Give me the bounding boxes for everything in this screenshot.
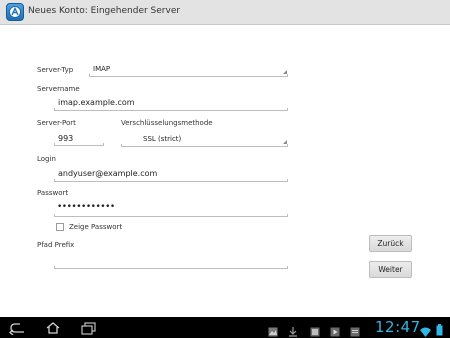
login-label: Login [37,155,56,163]
encryption-underline [121,144,288,147]
media-notification-icon[interactable] [310,322,320,338]
encryption-label: Verschlüsselungsmethode [121,119,213,127]
back-icon[interactable] [8,320,26,338]
clock[interactable]: 12:47 [375,318,421,336]
server-name-label: Servername [37,85,80,93]
show-password-checkbox[interactable] [56,223,64,231]
server-type-underline [89,74,288,77]
encryption-spinner[interactable]: SSL (strict) [143,135,181,143]
server-type-dropdown-icon[interactable] [283,70,287,74]
password-label: Passwort [37,189,69,197]
encryption-dropdown-icon[interactable] [283,140,287,144]
server-port-field[interactable]: 993 [58,134,73,143]
login-underline [54,179,288,182]
app-logo-icon [6,3,24,21]
app-notification-icon[interactable] [350,322,360,338]
next-button[interactable]: Weiter [369,261,412,278]
server-name-field[interactable]: imap.example.com [58,98,135,107]
recent-apps-icon[interactable] [80,320,98,338]
login-field[interactable]: andyuser@example.com [58,169,157,178]
download-notification-icon[interactable] [288,322,298,338]
play-notification-icon[interactable] [330,322,340,338]
server-type-label: Server-Typ [37,66,74,74]
system-navigation-bar: 12:47 [0,317,450,338]
gallery-notification-icon[interactable] [268,322,278,338]
server-type-spinner[interactable]: IMAP [93,65,110,73]
back-button[interactable]: Zurück [369,235,412,252]
wifi-icon[interactable] [420,322,431,338]
window-title: Neues Konto: Eingehender Server [28,6,181,16]
path-prefix-label: Pfad Prefix [37,241,75,249]
server-name-underline [54,108,288,111]
path-prefix-underline [54,266,288,269]
show-password-label: Zeige Passwort [69,223,123,231]
server-port-label: Server-Port [37,119,76,127]
battery-icon[interactable] [436,321,443,338]
home-icon[interactable] [44,320,62,338]
password-underline [54,214,288,217]
password-field[interactable]: •••••••••••• [57,202,115,212]
server-port-underline [54,143,104,146]
title-bar: Neues Konto: Eingehender Server [0,0,450,25]
